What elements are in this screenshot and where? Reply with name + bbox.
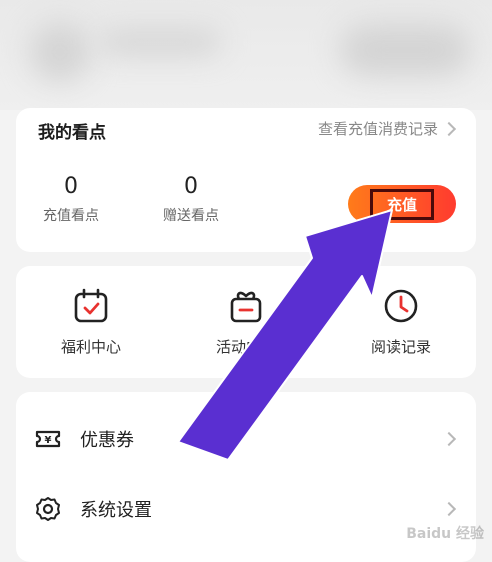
menu-item-label: 优惠券 (80, 430, 134, 451)
menu-item-coupons[interactable]: ¥ 优惠券 (16, 404, 476, 474)
gift-points-value: 0 (184, 174, 198, 199)
avatar (30, 22, 90, 82)
shortcut-activity-center[interactable]: 活动中心 (191, 286, 301, 357)
shortcut-label: 阅读记录 (370, 338, 431, 356)
gift-box-icon (230, 291, 262, 323)
chevron-right-icon (441, 121, 457, 136)
shortcut-welfare-center[interactable]: 福利中心 (36, 286, 146, 357)
header-action-blur (340, 24, 470, 76)
chevron-right-icon (441, 501, 457, 517)
shortcut-label: 福利中心 (60, 338, 121, 356)
points-title: 我的看点 (38, 123, 106, 143)
coupon-icon: ¥ (35, 430, 61, 448)
shortcuts-card: 福利中心 活动中心 阅读记录 (16, 266, 476, 378)
shortcut-label: 活动中心 (215, 338, 276, 356)
svg-text:¥: ¥ (45, 435, 52, 446)
calendar-check-icon (74, 288, 108, 323)
points-history-label: 查看充值消费记录 (317, 120, 438, 138)
recharge-points-value: 0 (64, 174, 78, 199)
recharge-button[interactable]: 充值 (348, 185, 456, 223)
points-history-link[interactable]: 查看充值消费记录 (317, 118, 457, 139)
gift-points-label: 赠送看点 (163, 208, 219, 224)
watermark-logo: Baidu 经验 (406, 526, 484, 542)
chevron-right-icon (441, 431, 457, 447)
recharge-points-label: 充值看点 (43, 208, 99, 224)
username-blur (100, 30, 220, 54)
blurred-header (0, 0, 492, 110)
gift-points-stat: 0 赠送看点 (158, 174, 224, 225)
recharge-points-stat: 0 充值看点 (38, 174, 104, 225)
shortcut-reading-history[interactable]: 阅读记录 (346, 286, 456, 357)
menu-item-label: 系统设置 (80, 500, 152, 521)
recharge-button-label: 充值 (369, 188, 434, 220)
clock-icon (384, 289, 418, 323)
points-card: 我的看点 查看充值消费记录 0 充值看点 0 赠送看点 充值 (16, 108, 476, 252)
gear-icon (36, 497, 60, 521)
